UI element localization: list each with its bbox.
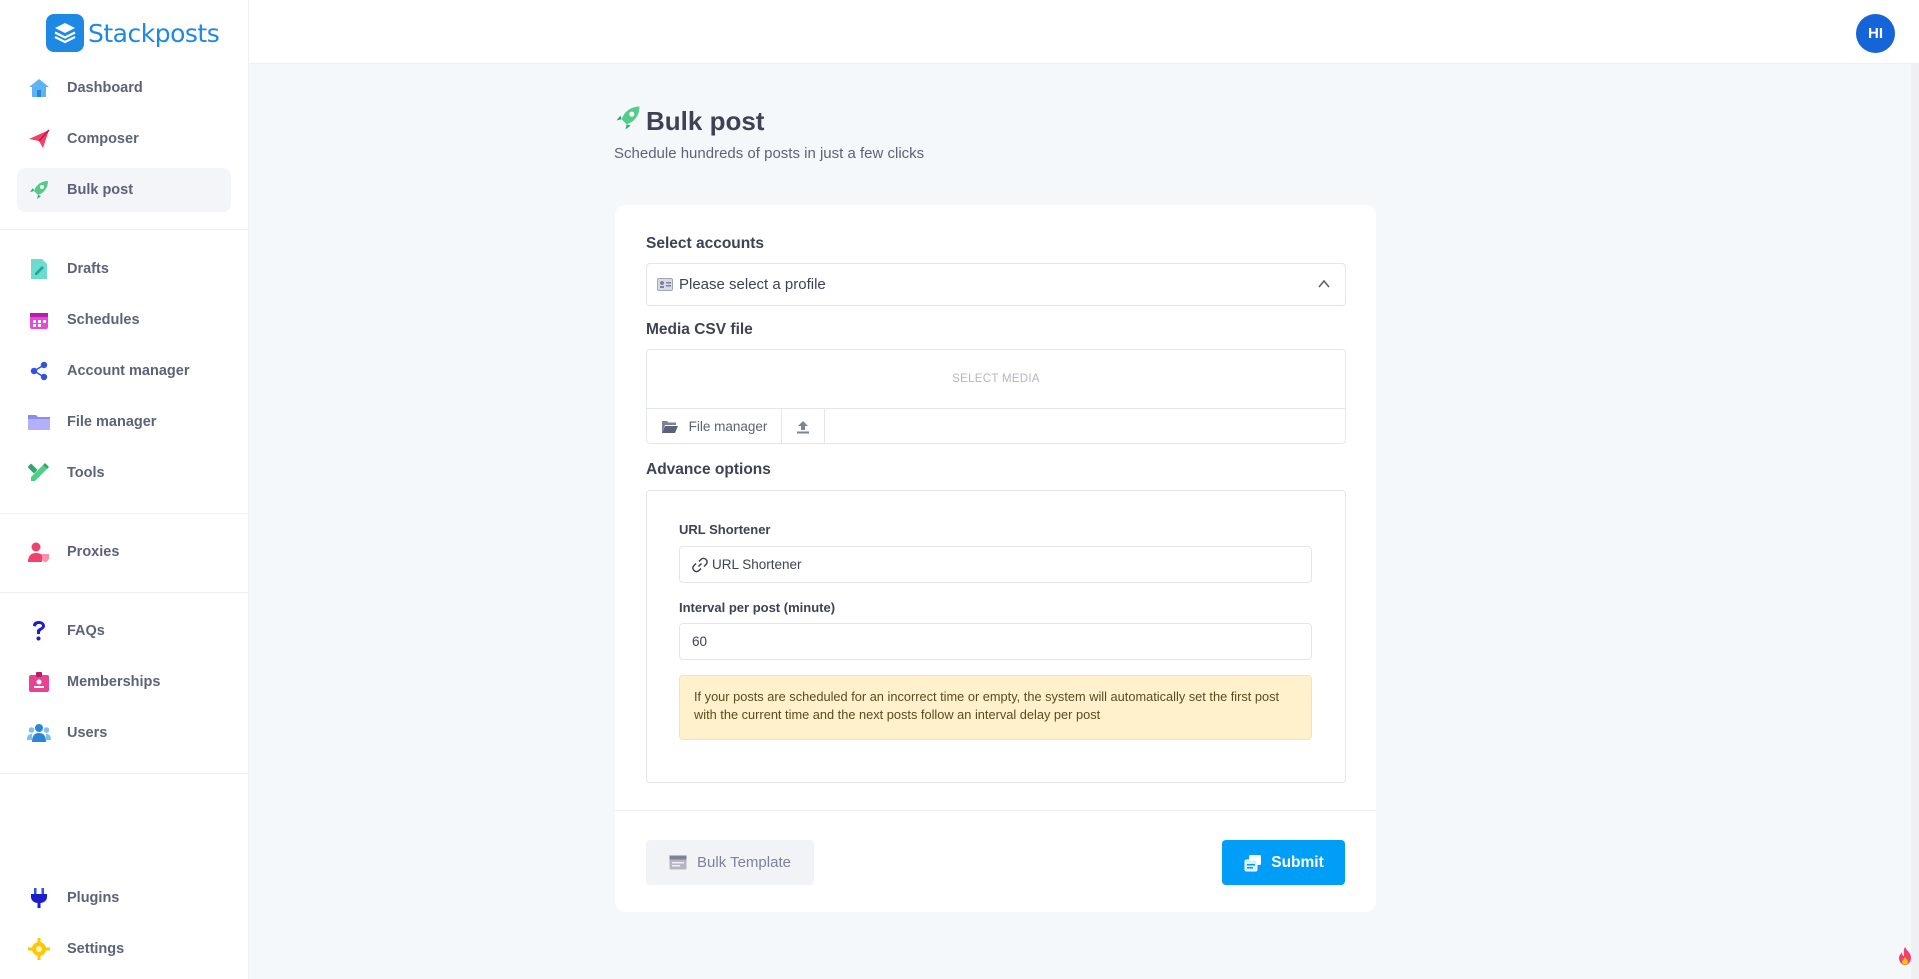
page-heading: Bulk post (614, 104, 764, 139)
bulk-template-button[interactable]: Bulk Template (646, 840, 814, 885)
sidebar-item-composer[interactable]: Composer (17, 117, 231, 161)
sidebar-item-users[interactable]: Users (17, 711, 231, 755)
page-title: Bulk post (646, 106, 765, 136)
submit-docs-icon (1243, 854, 1263, 872)
sidebar-divider (0, 229, 249, 230)
calendar-icon (27, 308, 51, 332)
submit-label: Submit (1271, 853, 1324, 871)
media-toolbar: File manager (647, 409, 825, 444)
sidebar-item-bulk-post[interactable]: Bulk post (17, 168, 231, 212)
app-logo[interactable]: Stackposts (46, 14, 220, 52)
sidebar-item-dashboard[interactable]: Dashboard (17, 66, 231, 110)
bulk-post-form: Select accounts Please select a profile … (615, 205, 1376, 912)
page-scrollbar[interactable] (1911, 64, 1919, 979)
sidebar-item-plugins[interactable]: Plugins (17, 876, 231, 920)
flame-icon (1897, 946, 1913, 971)
sidebar-item-memberships[interactable]: Memberships (17, 660, 231, 704)
sidebar-item-faqs[interactable]: FAQs (17, 609, 231, 653)
chevron-up-icon (1317, 277, 1331, 295)
upload-icon (796, 420, 810, 434)
paper-plane-icon (27, 127, 51, 151)
id-badge-icon (27, 670, 51, 694)
folder-icon (27, 410, 51, 434)
profile-card-icon (657, 278, 673, 291)
interval-input[interactable]: 60 (679, 623, 1312, 660)
rocket-icon (614, 104, 642, 139)
sidebar-item-settings[interactable]: Settings (17, 927, 231, 971)
pencil-ruler-icon (27, 461, 51, 485)
sidebar-item-tools[interactable]: Tools (17, 451, 231, 495)
share-nodes-icon (27, 359, 51, 383)
select-media-dropzone[interactable]: SELECT MEDIA (647, 350, 1345, 409)
schedule-notice: If your posts are scheduled for an incor… (679, 675, 1312, 740)
rocket-icon (27, 178, 51, 202)
user-shield-icon (27, 540, 51, 564)
file-manager-label: File manager (688, 419, 768, 434)
url-shortener-label: URL Shortener (679, 522, 771, 537)
folder-open-icon (661, 420, 679, 434)
media-uploader: SELECT MEDIA File manager (646, 349, 1346, 444)
advance-options-panel: URL Shortener URL Shortener Interval per… (646, 490, 1346, 783)
bulk-template-label: Bulk Template (697, 854, 791, 871)
url-shortener-select[interactable]: URL Shortener (679, 546, 1312, 583)
draft-doc-icon (27, 257, 51, 281)
template-window-icon (669, 855, 687, 870)
sidebar-divider (0, 513, 249, 514)
link-icon (692, 557, 708, 573)
interval-value: 60 (692, 634, 708, 649)
sidebar: Stackposts Dashboard Composer Bulk post … (0, 0, 249, 979)
users-icon (27, 721, 51, 745)
file-manager-button[interactable]: File manager (647, 409, 782, 444)
profile-select-placeholder: Please select a profile (679, 276, 826, 293)
top-header: HI (249, 0, 1919, 64)
plug-icon (27, 886, 51, 910)
media-csv-label: Media CSV file (646, 321, 753, 338)
card-divider (615, 810, 1376, 811)
sidebar-item-proxies[interactable]: Proxies (17, 530, 231, 574)
interval-label: Interval per post (minute) (679, 600, 836, 615)
select-accounts-label: Select accounts (646, 235, 765, 252)
sidebar-divider (0, 592, 249, 593)
sidebar-item-schedules[interactable]: Schedules (17, 298, 231, 342)
upload-button[interactable] (782, 409, 825, 444)
url-shortener-value: URL Shortener (712, 557, 802, 572)
app-name: Stackposts (88, 18, 220, 48)
gear-icon (27, 937, 51, 961)
question-icon (27, 619, 51, 643)
profile-select[interactable]: Please select a profile (646, 263, 1346, 306)
submit-button[interactable]: Submit (1222, 840, 1345, 885)
sidebar-item-account-manager[interactable]: Account manager (17, 349, 231, 393)
sidebar-item-file-manager[interactable]: File manager (17, 400, 231, 444)
stack-logo-icon (46, 14, 84, 52)
sidebar-divider (0, 773, 249, 774)
home-icon (27, 76, 51, 100)
user-avatar[interactable]: HI (1856, 14, 1895, 53)
page-subtitle: Schedule hundreds of posts in just a few… (614, 145, 925, 162)
advance-options-label: Advance options (646, 461, 771, 478)
sidebar-item-drafts[interactable]: Drafts (17, 247, 231, 291)
